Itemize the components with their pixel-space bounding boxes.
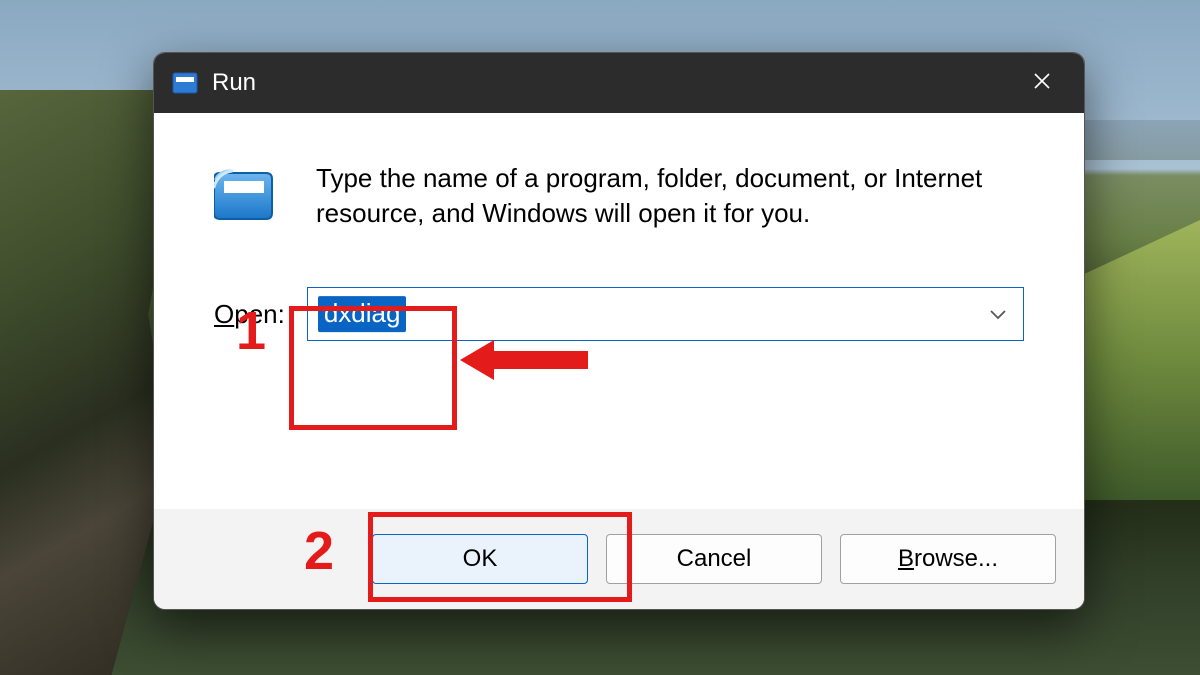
cancel-button-label: Cancel: [677, 545, 752, 573]
titlebar[interactable]: Run: [154, 53, 1084, 113]
landscape-meadow: [1080, 220, 1200, 500]
close-icon: [1032, 71, 1052, 96]
close-button[interactable]: [1018, 59, 1066, 107]
run-dialog: Run: [153, 52, 1085, 610]
open-combobox[interactable]: dxdiag: [307, 287, 1024, 341]
desktop-background: Run: [0, 0, 1200, 675]
dialog-button-row: OK Cancel Browse...: [154, 509, 1084, 609]
chevron-down-icon: [987, 303, 1009, 325]
open-label: Open:: [214, 299, 285, 330]
dialog-title: Run: [212, 69, 256, 97]
cancel-button[interactable]: Cancel: [606, 534, 822, 584]
run-app-icon: [172, 72, 198, 94]
dialog-body: Type the name of a program, folder, docu…: [154, 113, 1084, 509]
browse-button[interactable]: Browse...: [840, 534, 1056, 584]
ok-button[interactable]: OK: [372, 534, 588, 584]
browse-button-label: Browse...: [898, 545, 998, 573]
ok-button-label: OK: [463, 545, 498, 573]
run-large-icon: [214, 165, 278, 221]
open-input-value[interactable]: dxdiag: [318, 296, 407, 332]
dialog-description: Type the name of a program, folder, docu…: [316, 161, 1024, 231]
combobox-dropdown-button[interactable]: [987, 303, 1009, 325]
